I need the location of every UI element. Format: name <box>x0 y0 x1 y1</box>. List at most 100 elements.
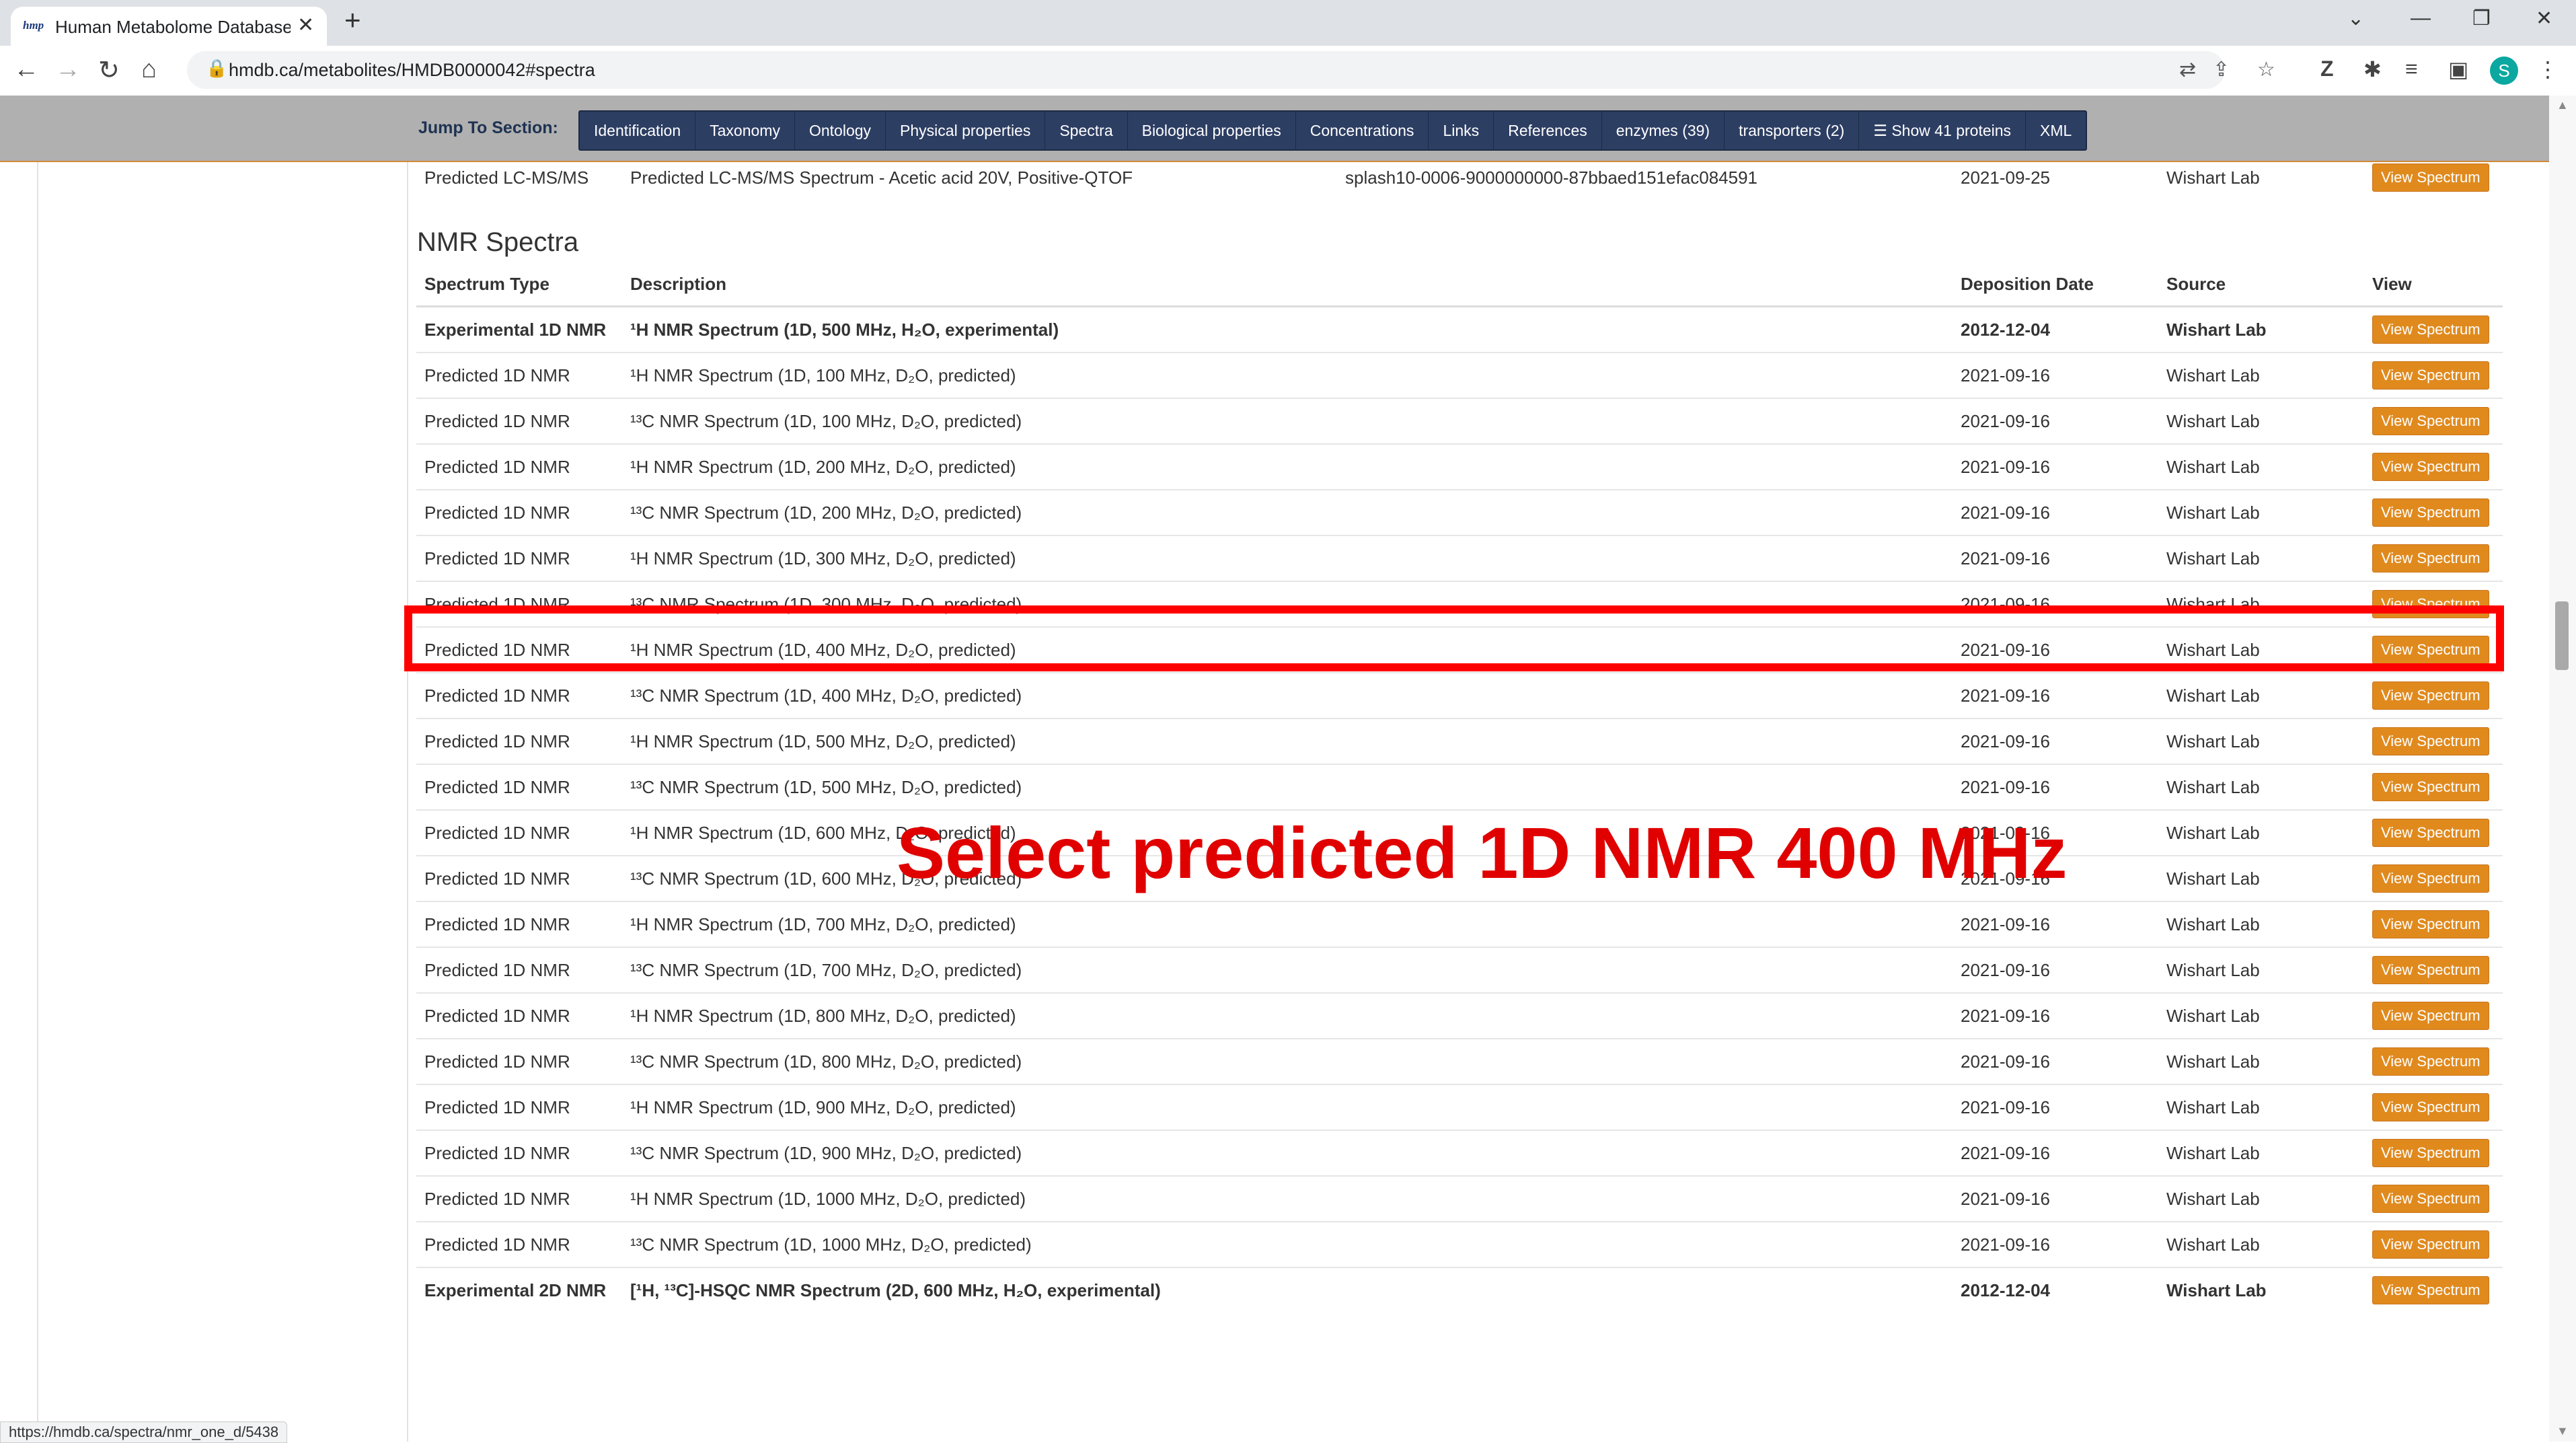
nmr-table-body: Experimental 1D NMR ¹H NMR Spectrum (1D, … <box>416 305 2503 1312</box>
view-spectrum-button[interactable]: View Spectrum <box>2372 727 2489 755</box>
view-spectrum-button[interactable]: View Spectrum <box>2372 819 2489 847</box>
reload-icon[interactable]: ↻ <box>98 55 120 85</box>
close-icon[interactable]: ✕ <box>297 13 314 37</box>
jump-identification[interactable]: Identification <box>580 112 696 149</box>
tab-title: Human Metabolome Database: S <box>55 17 291 37</box>
view-spectrum-button[interactable]: View Spectrum <box>2372 453 2489 481</box>
profile-avatar[interactable]: S <box>2490 57 2518 85</box>
date-cell: 2021-09-16 <box>1953 1175 2158 1222</box>
jump-physical-properties[interactable]: Physical properties <box>886 112 1046 149</box>
view-cell: View Spectrum <box>2364 1038 2503 1084</box>
jump-enzymes[interactable]: enzymes (39) <box>1602 112 1725 149</box>
view-spectrum-button[interactable]: View Spectrum <box>2372 407 2489 435</box>
description-cell: ¹³C NMR Spectrum (1D, 900 MHz, D₂O, pred… <box>622 1130 1953 1176</box>
window-close-icon[interactable]: ✕ <box>2536 7 2552 30</box>
address-bar[interactable]: 🔒 hmdb.ca/metabolites/HMDB0000042#spectr… <box>187 51 2275 89</box>
view-spectrum-button[interactable]: View Spectrum <box>2372 1276 2489 1304</box>
scroll-down-arrow-icon[interactable]: ▼ <box>2556 1424 2569 1438</box>
view-cell: View Spectrum <box>2364 809 2503 856</box>
side-panel-icon[interactable]: ▣ <box>2448 57 2468 82</box>
minimize-icon[interactable]: — <box>2411 7 2431 30</box>
date-cell: 2021-09-16 <box>1953 489 2158 535</box>
forward-arrow-icon[interactable]: → <box>55 55 81 84</box>
view-spectrum-button[interactable]: View Spectrum <box>2372 1230 2489 1259</box>
home-icon[interactable]: ⌂ <box>141 55 157 84</box>
view-spectrum-button[interactable]: View Spectrum <box>2372 681 2489 710</box>
source-cell: Wishart Lab <box>2158 398 2364 444</box>
jump-xml[interactable]: XML <box>2026 112 2086 149</box>
section-title: NMR Spectra <box>417 227 579 257</box>
scroll-up-arrow-icon[interactable]: ▲ <box>2556 98 2569 112</box>
description-cell: ¹³C NMR Spectrum (1D, 100 MHz, D₂O, pred… <box>622 398 1953 444</box>
date-cell: 2021-09-16 <box>1953 992 2158 1039</box>
ms-spectra-table: Predicted LC-MS/MS Predicted LC-MS/MS Sp… <box>416 161 2503 194</box>
table-row: Predicted 1D NMR ¹³C NMR Spectrum (1D, 10… <box>416 398 2503 444</box>
table-row: Experimental 2D NMR [¹H, ¹³C]-HSQC NMR Sp… <box>416 1267 2503 1312</box>
browser-tab[interactable]: hmp Human Metabolome Database: S ✕ <box>11 7 327 46</box>
bookmark-star-icon[interactable]: ☆ <box>2257 58 2275 81</box>
view-spectrum-button[interactable]: View Spectrum <box>2372 544 2489 572</box>
jump-concentrations[interactable]: Concentrations <box>1296 112 1429 149</box>
translate-icon[interactable]: ⇄ <box>2179 58 2196 81</box>
jump-spectra[interactable]: Spectra <box>1045 112 1128 149</box>
jump-references[interactable]: References <box>1494 112 1602 149</box>
table-row: Predicted LC-MS/MS Predicted LC-MS/MS Sp… <box>416 161 2503 194</box>
view-spectrum-button[interactable]: View Spectrum <box>2372 956 2489 984</box>
view-cell: View Spectrum <box>2364 1221 2503 1267</box>
source-cell: Wishart Lab <box>2158 352 2364 398</box>
url-text[interactable]: hmdb.ca/metabolites/HMDB0000042#spectra <box>229 60 595 81</box>
description-cell: ¹H NMR Spectrum (1D, 500 MHz, H₂O, exper… <box>622 305 1953 353</box>
extensions-puzzle-icon[interactable]: ✱ <box>2363 57 2382 82</box>
table-row: Predicted 1D NMR ¹H NMR Spectrum (1D, 800… <box>416 992 2503 1039</box>
scrollbar-thumb[interactable] <box>2555 601 2569 670</box>
table-row: Predicted 1D NMR ¹H NMR Spectrum (1D, 100… <box>416 1175 2503 1222</box>
header-spectrum-type: Spectrum Type <box>416 262 622 307</box>
spectrum-type-cell: Experimental 1D NMR <box>416 305 622 353</box>
date-cell: 2021-09-16 <box>1953 901 2158 947</box>
date-cell: 2012-12-04 <box>1953 1267 2158 1312</box>
view-spectrum-button[interactable]: View Spectrum <box>2372 910 2489 938</box>
date-cell: 2021-09-16 <box>1953 352 2158 398</box>
view-cell: View Spectrum <box>2364 161 2503 194</box>
view-spectrum-button[interactable]: View Spectrum <box>2372 361 2489 390</box>
table-row: Predicted 1D NMR ¹H NMR Spectrum (1D, 300… <box>416 535 2503 581</box>
date-cell: 2021-09-16 <box>1953 398 2158 444</box>
page-content: Jump To Section: Identification Taxonomy… <box>0 96 2549 1442</box>
view-spectrum-button[interactable]: View Spectrum <box>2372 1002 2489 1030</box>
view-spectrum-button[interactable]: View Spectrum <box>2372 1185 2489 1213</box>
jump-biological-properties[interactable]: Biological properties <box>1128 112 1296 149</box>
view-spectrum-button[interactable]: View Spectrum <box>2372 1093 2489 1121</box>
reading-list-icon[interactable]: ≡ <box>2405 57 2418 81</box>
jump-ontology[interactable]: Ontology <box>795 112 886 149</box>
view-cell: View Spectrum <box>2364 947 2503 993</box>
jump-show-proteins[interactable]: ☰ Show 41 proteins <box>1859 112 2026 149</box>
spectrum-type-cell: Predicted 1D NMR <box>416 489 622 535</box>
view-spectrum-button[interactable]: View Spectrum <box>2372 316 2489 344</box>
more-menu-icon[interactable]: ⋮ <box>2537 57 2559 82</box>
jump-taxonomy[interactable]: Taxonomy <box>695 112 795 149</box>
jump-links[interactable]: Links <box>1429 112 1494 149</box>
date-cell: 2021-09-16 <box>1953 1084 2158 1130</box>
date-cell: 2021-09-16 <box>1953 535 2158 581</box>
view-spectrum-button[interactable]: View Spectrum <box>2372 1047 2489 1076</box>
back-arrow-icon[interactable]: ← <box>13 55 39 84</box>
jump-transporters[interactable]: transporters (2) <box>1725 112 1860 149</box>
view-spectrum-button[interactable]: View Spectrum <box>2372 1139 2489 1167</box>
status-bar-url: https://hmdb.ca/spectra/nmr_one_d/5438 <box>0 1421 288 1443</box>
view-spectrum-button[interactable]: View Spectrum <box>2372 773 2489 801</box>
restore-icon[interactable]: ❐ <box>2472 7 2491 30</box>
share-icon[interactable]: ⇪ <box>2213 58 2230 81</box>
scrollbar[interactable]: ▲ ▼ <box>2549 96 2576 1442</box>
zotero-extension-icon[interactable]: Z <box>2320 57 2334 81</box>
spectrum-type-cell: Predicted 1D NMR <box>416 947 622 993</box>
spectrum-type-cell: Predicted 1D NMR <box>416 1221 622 1267</box>
source-cell: Wishart Lab <box>2158 764 2364 810</box>
header-view: View <box>2364 262 2503 307</box>
view-spectrum-button[interactable]: View Spectrum <box>2372 163 2489 192</box>
tab-search-chevron-icon[interactable]: ⌄ <box>2347 7 2364 30</box>
new-tab-plus-icon[interactable]: + <box>344 4 361 36</box>
lock-icon[interactable]: 🔒 <box>206 58 227 79</box>
view-spectrum-button[interactable]: View Spectrum <box>2372 498 2489 527</box>
view-spectrum-button[interactable]: View Spectrum <box>2372 864 2489 893</box>
spectrum-type-cell: Predicted 1D NMR <box>416 1038 622 1084</box>
